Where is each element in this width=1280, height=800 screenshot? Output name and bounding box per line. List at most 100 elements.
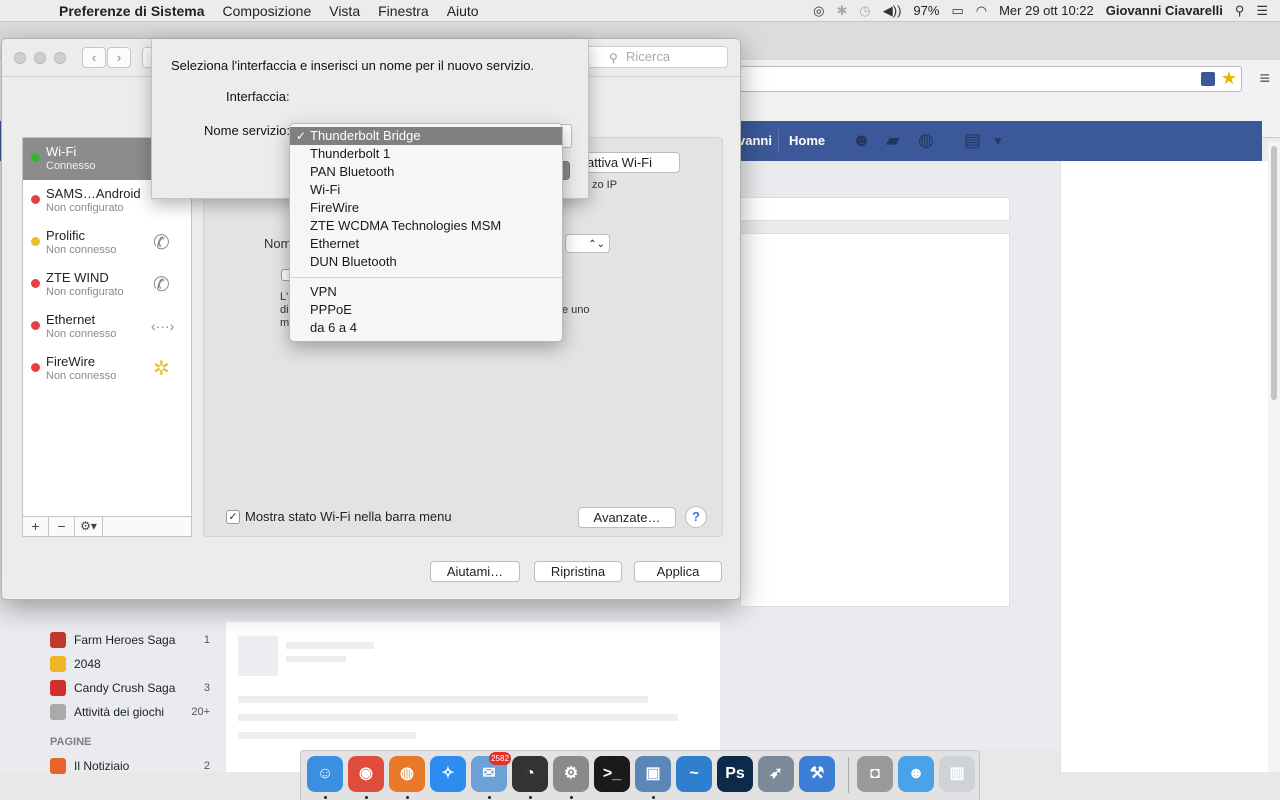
browser-menu-icon[interactable]: ≡ — [1259, 68, 1270, 89]
firefox-icon-glyph: ◍ — [400, 765, 414, 782]
notiziaio-icon — [50, 758, 66, 774]
launchpad-icon[interactable]: ➶ — [758, 756, 794, 792]
mail-badge: 2582 — [489, 752, 511, 765]
time-machine-icon[interactable]: ◷ — [859, 3, 870, 19]
revert-button[interactable]: Ripristina — [534, 561, 622, 582]
dropdown-item[interactable]: da 6 a 4 — [290, 319, 562, 337]
photoshop-icon[interactable]: Ps — [717, 756, 753, 792]
user-name[interactable]: Giovanni Ciavarelli — [1106, 3, 1223, 18]
messages-icon-glyph: ☻ — [907, 765, 925, 782]
system-preferences-icon[interactable]: ⚙ — [553, 756, 589, 792]
trash-icon[interactable]: ▥ — [939, 756, 975, 792]
preview-icon[interactable]: ▣ — [635, 756, 671, 792]
dashboard-icon[interactable]: ◔ — [512, 756, 548, 792]
creative-cloud-icon[interactable]: ◎ — [813, 3, 824, 19]
service-ethernet[interactable]: Ethernet Non connesso ‹···› — [23, 306, 191, 348]
left-nav-item[interactable]: Il Notiziaio 2 — [50, 756, 210, 776]
dropdown-item[interactable]: Wi-Fi — [290, 181, 562, 199]
interface-dropdown: ✓ Thunderbolt Bridge Thunderbolt 1 PAN B… — [289, 123, 563, 342]
running-indicator — [529, 796, 532, 799]
dropdown-item[interactable]: PPPoE — [290, 301, 562, 319]
service-prolific[interactable]: Prolific Non connesso ✆ — [23, 222, 191, 264]
messages-icon[interactable]: ☻ — [898, 756, 934, 792]
status-dot — [31, 321, 40, 330]
menu-finestra[interactable]: Finestra — [369, 3, 438, 19]
remove-service-button[interactable]: − — [49, 517, 75, 536]
xcode-icon[interactable]: ⚒ — [799, 756, 835, 792]
preview-icon-glyph: ▣ — [645, 765, 661, 782]
add-service-button[interactable]: + — [23, 517, 49, 536]
fb-composer[interactable] — [740, 197, 1010, 221]
service-firewire[interactable]: FireWire Non connesso ✲ — [23, 348, 191, 390]
left-nav-item[interactable]: Farm Heroes Saga 1 — [50, 630, 210, 650]
dropdown-item[interactable]: DUN Bluetooth — [290, 253, 562, 271]
fb-user-link[interactable]: vanni — [738, 133, 772, 148]
chrome-icon[interactable]: ◉ — [348, 756, 384, 792]
menu-aiuto[interactable]: Aiuto — [438, 3, 488, 19]
service-zte-wind[interactable]: ZTE WIND Non configurato ✆ — [23, 264, 191, 306]
address-bar[interactable]: ★ — [740, 66, 1242, 92]
volume-icon[interactable]: ◀)) — [883, 3, 902, 19]
placeholder-line — [238, 714, 678, 721]
keynote-icon[interactable]: ~ — [676, 756, 712, 792]
privacy-shortcuts-icon[interactable]: ▤ — [964, 130, 981, 151]
firefox-icon[interactable]: ◍ — [389, 756, 425, 792]
status-dot — [31, 153, 40, 162]
left-nav-item[interactable]: Candy Crush Saga 3 — [50, 678, 210, 698]
service-actions-gear-icon[interactable]: ⚙▾ — [75, 517, 103, 536]
menu-composizione[interactable]: Composizione — [214, 3, 321, 19]
finder-icon[interactable]: ☺ — [307, 756, 343, 792]
photoshop-icon-glyph: Ps — [725, 765, 745, 782]
service-status: Non configurato — [46, 202, 124, 214]
search-field[interactable]: ⚲ Ricerca — [566, 46, 728, 68]
bookmark-star-icon[interactable]: ★ — [1221, 68, 1237, 89]
fb-left-nav: Farm Heroes Saga 1 2048 Candy Crush Saga… — [0, 602, 226, 774]
menu-app-name[interactable]: Preferenze di Sistema — [50, 3, 214, 19]
dropdown-item[interactable]: Thunderbolt 1 — [290, 145, 562, 163]
fb-messages-icon[interactable]: ▰ — [886, 130, 900, 151]
dropdown-item[interactable]: PAN Bluetooth — [290, 163, 562, 181]
dropdown-item[interactable]: FireWire — [290, 199, 562, 217]
left-nav-item[interactable]: Attività dei giochi 20+ — [50, 702, 210, 722]
image-capture-icon[interactable]: ◘ — [857, 756, 893, 792]
network-name-label: Nom — [264, 236, 292, 251]
help-button[interactable]: ? — [685, 506, 707, 528]
dropdown-item[interactable]: Ethernet — [290, 235, 562, 253]
safari-icon[interactable]: ✧ — [430, 756, 466, 792]
fb-notifications-icon[interactable]: ◍ — [918, 130, 934, 151]
account-menu-chevron-icon[interactable]: ▼ — [992, 134, 1004, 148]
dropdown-item[interactable]: ZTE WCDMA Technologies MSM — [290, 217, 562, 235]
turn-off-wifi-button[interactable]: attiva Wi-Fi — [580, 152, 680, 173]
spotlight-icon[interactable]: ⚲ — [1235, 3, 1245, 19]
menu-vista[interactable]: Vista — [320, 3, 369, 19]
bluetooth-icon[interactable]: ✱ — [837, 3, 848, 19]
network-name-popup[interactable]: ⌃⌄ — [565, 234, 610, 253]
placeholder-line — [238, 696, 648, 703]
assist-me-button[interactable]: Aiutami… — [430, 561, 520, 582]
apply-button[interactable]: Applica — [634, 561, 722, 582]
friend-requests-icon[interactable]: ☻ — [852, 130, 871, 151]
placeholder-line — [286, 656, 346, 662]
status-dot — [31, 279, 40, 288]
show-wifi-status-checkbox[interactable]: ✓ — [226, 510, 240, 524]
checkmark-icon: ✓ — [296, 129, 307, 143]
left-nav-item[interactable]: 2048 — [50, 654, 210, 674]
left-nav-label: Il Notiziaio — [74, 759, 130, 773]
battery-icon[interactable]: ▭ — [951, 3, 963, 19]
service-status: Non connesso — [46, 370, 117, 382]
dropdown-item-selected[interactable]: ✓ Thunderbolt Bridge — [290, 127, 562, 145]
dropdown-item[interactable]: VPN — [290, 283, 562, 301]
wifi-menu-icon[interactable]: ◠ — [976, 3, 987, 19]
dock: ☺ ◉ ◍ ✧ ✉ 2582 ◔ ⚙ >_ ▣ ~ Ps ➶ ⚒ ◘ ☻ ▥ — [300, 750, 980, 800]
fb-home-link[interactable]: Home — [789, 133, 825, 148]
battery-percent[interactable]: 97% — [913, 3, 939, 18]
system-preferences-icon-glyph: ⚙ — [563, 765, 579, 782]
notification-center-icon[interactable]: ☰ — [1256, 3, 1268, 19]
terminal-icon[interactable]: >_ — [594, 756, 630, 792]
scrollbar-thumb[interactable] — [1271, 146, 1277, 400]
browser-scrollbar[interactable] — [1268, 142, 1280, 772]
advanced-button[interactable]: Avanzate… — [578, 507, 676, 528]
left-nav-label: Attività dei giochi — [74, 705, 165, 719]
image-capture-icon-glyph: ◘ — [870, 765, 880, 782]
clock[interactable]: Mer 29 ott 10:22 — [999, 3, 1094, 18]
